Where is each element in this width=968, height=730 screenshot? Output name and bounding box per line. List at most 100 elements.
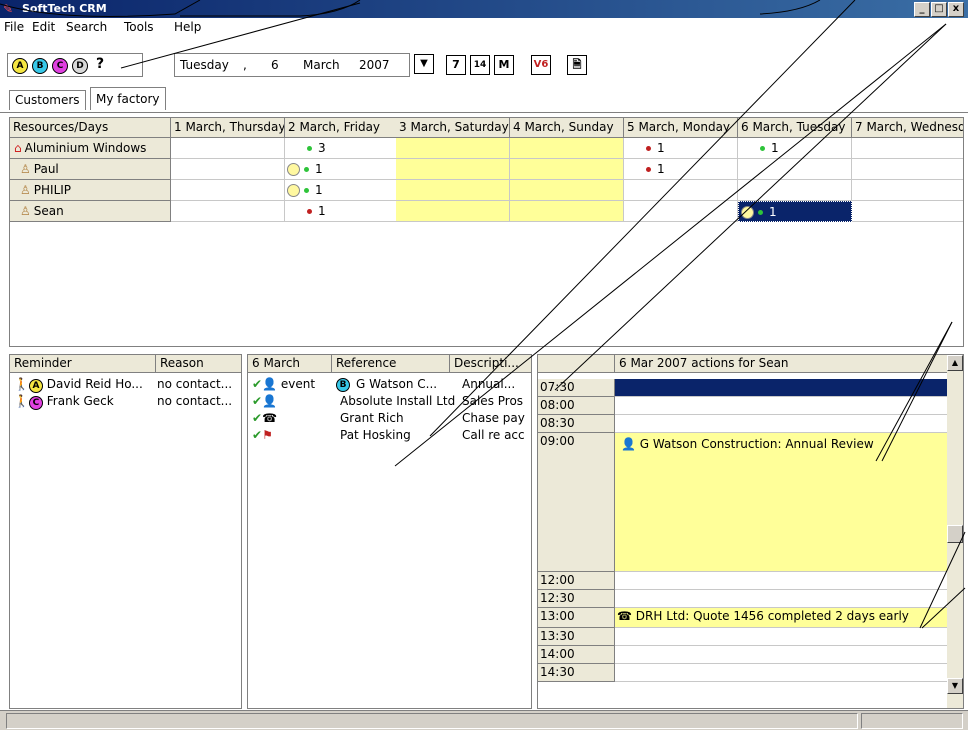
day-column-header[interactable]: 7 March, Wednesday [852, 118, 963, 138]
day-column-header[interactable]: 4 March, Sunday [510, 118, 624, 138]
schedule-cell[interactable] [852, 159, 963, 180]
priority-c-button[interactable]: C [52, 58, 68, 74]
schedule-cell[interactable] [510, 180, 624, 201]
time-slot[interactable] [615, 646, 948, 664]
time-slot-label: 08:00 [538, 397, 615, 415]
schedule-cell[interactable]: 1 [624, 138, 738, 159]
minimize-button[interactable]: _ [914, 2, 930, 17]
time-slot[interactable] [615, 664, 948, 682]
day-column-header[interactable]: 1 March, Thursday [171, 118, 285, 138]
v6-button[interactable]: V6 [531, 55, 551, 75]
schedule-cell[interactable]: 1 [285, 159, 399, 180]
schedule-cell[interactable] [171, 180, 285, 201]
time-slot-label: 13:00 [538, 608, 615, 628]
resource-row-header[interactable]: ♙ Paul [10, 159, 171, 180]
time-slot[interactable] [615, 397, 948, 415]
schedule-cell[interactable]: 1 [738, 138, 852, 159]
cell-content: 1 [741, 205, 777, 219]
schedule-cell[interactable] [624, 201, 738, 222]
tab-my-factory[interactable]: My factory [90, 87, 166, 110]
schedule-scrollbar[interactable]: ▲ ▼ [947, 355, 963, 708]
schedule-cell[interactable] [396, 180, 510, 201]
close-button[interactable]: x [948, 2, 964, 17]
schedule-cell[interactable] [510, 138, 624, 159]
document-icon[interactable]: 🗎 [567, 55, 587, 75]
person-icon: ♙ [20, 183, 31, 197]
time-slot-selected[interactable] [615, 379, 948, 397]
schedule-cell[interactable] [171, 159, 285, 180]
schedule-cell[interactable] [624, 180, 738, 201]
schedule-cell[interactable] [852, 201, 963, 222]
schedule-cell[interactable] [510, 201, 624, 222]
maximize-button[interactable]: □ [931, 2, 947, 17]
week-view-button[interactable]: 7 [446, 55, 466, 75]
schedule-cell[interactable] [396, 159, 510, 180]
house-icon: ⌂ [14, 141, 22, 155]
schedule-cell[interactable] [738, 180, 852, 201]
list-item[interactable]: 🚶 A David Reid Ho... no contact... [14, 377, 239, 393]
appointment-block[interactable]: 👤 G Watson Construction: Annual Review [615, 433, 948, 572]
schedule-cell[interactable] [171, 138, 285, 159]
priority-d-button[interactable]: D [72, 58, 88, 74]
day-column-header[interactable]: 6 March, Tuesday [738, 118, 852, 138]
fortnight-view-button[interactable]: 14 [470, 55, 490, 75]
event-reference: Grant Rich [340, 411, 404, 425]
resource-row-header[interactable]: ⌂ Aluminium Windows [10, 138, 171, 159]
menu-edit[interactable]: Edit [32, 20, 55, 34]
day-column-header[interactable]: 5 March, Monday [624, 118, 738, 138]
menu-tools[interactable]: Tools [124, 20, 154, 34]
reason-column-header[interactable]: Reason [156, 355, 241, 373]
table-row[interactable]: ✔⚑ Pat Hosking Call re acc [252, 428, 530, 444]
time-slot[interactable] [615, 590, 948, 608]
date-column-header[interactable]: 6 March [248, 355, 332, 373]
event-count: 1 [657, 141, 665, 155]
time-slot-label: 12:30 [538, 590, 615, 608]
schedule-cell[interactable] [396, 138, 510, 159]
time-slot[interactable] [615, 415, 948, 433]
time-slot[interactable] [615, 628, 948, 646]
table-row[interactable]: ✔👤 event B G Watson C... Annual... [252, 377, 530, 393]
time-slot[interactable] [615, 572, 948, 590]
resource-row-header[interactable]: ♙ Sean [10, 201, 171, 222]
schedule-cell[interactable] [510, 159, 624, 180]
schedule-cell[interactable]: 1 [624, 159, 738, 180]
reference-column-header[interactable]: Reference [332, 355, 450, 373]
description-column-header[interactable]: Descripti... [450, 355, 531, 373]
menu-file[interactable]: File [4, 20, 24, 34]
priority-a-button[interactable]: A [12, 58, 28, 74]
schedule-cell[interactable] [852, 138, 963, 159]
scroll-up-button[interactable]: ▲ [947, 355, 963, 371]
schedule-cell[interactable]: 1 [285, 201, 399, 222]
menu-help[interactable]: Help [174, 20, 201, 34]
appointment-block[interactable]: ☎ DRH Ltd: Quote 1456 completed 2 days e… [615, 608, 948, 628]
table-row[interactable]: ✔☎ Grant Rich Chase pay [252, 411, 530, 427]
list-item[interactable]: 🚶 C Frank Geck no contact... [14, 394, 239, 410]
tab-customers[interactable]: Customers [9, 90, 86, 110]
event-reference: Pat Hosking [340, 428, 411, 442]
scroll-thumb[interactable] [947, 525, 963, 543]
walking-person-icon: 🚶 [14, 394, 29, 408]
scroll-down-button[interactable]: ▼ [947, 678, 963, 694]
cell-content: 1 [646, 141, 665, 155]
day-column-header[interactable]: 2 March, Friday [285, 118, 399, 138]
schedule-cell[interactable] [396, 201, 510, 222]
help-icon[interactable]: ? [96, 56, 104, 72]
window-title: SoftTech CRM [22, 2, 107, 15]
resource-row-header[interactable]: ♙ PHILIP [10, 180, 171, 201]
schedule-cell[interactable]: 1 [738, 201, 852, 222]
priority-b-button[interactable]: B [32, 58, 48, 74]
schedule-cell[interactable]: 1 [285, 180, 399, 201]
reminder-column-header[interactable]: Reminder [10, 355, 156, 373]
resource-name: Paul [33, 162, 59, 176]
schedule-cell[interactable] [738, 159, 852, 180]
table-row[interactable]: ✔👤 Absolute Install Ltd Sales Pros [252, 394, 530, 410]
month-view-button[interactable]: M [494, 55, 514, 75]
date-dropdown-button[interactable]: ▼ [414, 54, 434, 74]
day-column-header[interactable]: 3 March, Saturday [396, 118, 510, 138]
menu-search[interactable]: Search [66, 20, 107, 34]
schedule-cell[interactable] [852, 180, 963, 201]
date-month: March [303, 58, 340, 72]
schedule-cell[interactable] [171, 201, 285, 222]
schedule-cell[interactable]: 3 [285, 138, 399, 159]
date-picker[interactable]: Tuesday , 6 March 2007 [174, 53, 410, 77]
